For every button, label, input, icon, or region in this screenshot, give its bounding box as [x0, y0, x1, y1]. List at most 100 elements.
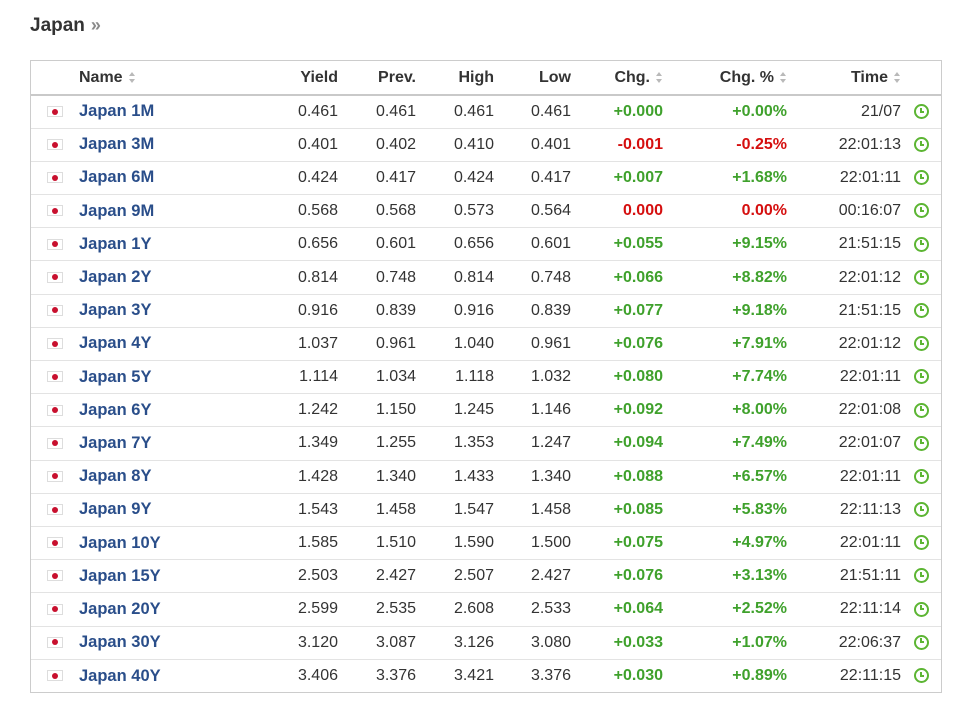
flag-cell	[31, 95, 79, 128]
table-row[interactable]: Japan 15Y 2.503 2.427 2.507 2.427 +0.076 +3.13…	[31, 560, 941, 593]
double-chevron-right-icon[interactable]: »	[91, 15, 101, 36]
sort-arrows-icon[interactable]	[656, 71, 663, 83]
table-row[interactable]: Japan 7Y 1.349 1.255 1.353 1.247 +0.094 +7.49%…	[31, 427, 941, 461]
bond-name-link[interactable]: Japan 3Y	[79, 301, 151, 319]
clock-icon[interactable]	[913, 568, 929, 584]
bond-name-link[interactable]: Japan 15Y	[79, 567, 161, 585]
japan-flag-icon	[47, 271, 63, 283]
clock-icon[interactable]	[913, 468, 929, 484]
clock-icon[interactable]	[913, 269, 929, 285]
clock-icon[interactable]	[913, 170, 929, 186]
table-row[interactable]: Japan 1Y 0.656 0.601 0.656 0.601 +0.055 +9.15%…	[31, 228, 941, 261]
clock-icon[interactable]	[913, 203, 929, 219]
low-cell: 1.458	[530, 500, 571, 518]
chg-pct-column-header[interactable]: Chg. %	[663, 61, 787, 95]
page-title-text[interactable]: Japan	[30, 15, 85, 37]
table-row[interactable]: Japan 10Y 1.585 1.510 1.590 1.500 +0.075 +4.97…	[31, 526, 941, 560]
chg-pct-cell: +8.82%	[732, 268, 787, 286]
table-row[interactable]: Japan 3M 0.401 0.402 0.410 0.401 -0.001 -0.25%…	[31, 128, 941, 162]
high-cell: 1.433	[453, 467, 494, 485]
bond-name-link[interactable]: Japan 9M	[79, 202, 154, 220]
bond-name-link[interactable]: Japan 40Y	[79, 667, 161, 685]
clock-icon[interactable]	[913, 435, 929, 451]
flag-cell	[31, 659, 79, 692]
table-row[interactable]: Japan 30Y 3.120 3.087 3.126 3.080 +0.033 +1.07…	[31, 626, 941, 660]
yield-cell: 1.037	[297, 334, 338, 352]
chg-pct-cell: +8.00%	[732, 401, 787, 419]
table-row[interactable]: Japan 1M 0.461 0.461 0.461 0.461 +0.000 +0.00%…	[31, 95, 941, 129]
name-cell: Japan 4Y	[79, 327, 234, 360]
table-row[interactable]: Japan 20Y 2.599 2.535 2.608 2.533 +0.064 +2.52…	[31, 593, 941, 626]
time-cell: 00:16:07	[838, 202, 901, 220]
table-row[interactable]: Japan 9Y 1.543 1.458 1.547 1.458 +0.085 +5.83%…	[31, 493, 941, 527]
bond-name-link[interactable]: Japan 1M	[79, 102, 154, 120]
flag-cell	[31, 593, 79, 626]
chg-cell: +0.033	[613, 633, 663, 651]
yield-cell: 2.599	[297, 600, 338, 618]
clock-icon[interactable]	[913, 336, 929, 352]
chg-cell: +0.055	[613, 235, 663, 253]
table-row[interactable]: Japan 3Y 0.916 0.839 0.916 0.839 +0.077 +9.18%…	[31, 294, 941, 328]
flag-cell	[31, 161, 79, 194]
page-title[interactable]: Japan »	[30, 15, 101, 37]
bond-name-link[interactable]: Japan 30Y	[79, 633, 161, 651]
bond-name-link[interactable]: Japan 6M	[79, 168, 154, 186]
clock-icon[interactable]	[913, 668, 929, 684]
clock-icon[interactable]	[913, 634, 929, 650]
table-row[interactable]: Japan 2Y 0.814 0.748 0.814 0.748 +0.066 +8.82%…	[31, 261, 941, 295]
table-row[interactable]: Japan 6M 0.424 0.417 0.424 0.417 +0.007 +1.68%…	[31, 161, 941, 195]
clock-icon[interactable]	[913, 137, 929, 153]
sort-arrows-icon[interactable]	[128, 71, 136, 83]
time-cell: 22:11:14	[839, 600, 901, 618]
table-row[interactable]: Japan 4Y 1.037 0.961 1.040 0.961 +0.076 +7.91%…	[31, 327, 941, 361]
bond-name-link[interactable]: Japan 6Y	[79, 401, 151, 419]
bond-name-link[interactable]: Japan 20Y	[79, 600, 161, 618]
clock-cell	[901, 361, 941, 394]
table-body: Japan 1M 0.461 0.461 0.461 0.461 +0.000 +0.00%…	[31, 95, 941, 692]
high-cell: 1.245	[453, 401, 494, 419]
name-cell: Japan 30Y	[79, 626, 234, 659]
prev-header-label: Prev.	[378, 68, 416, 86]
table-row[interactable]: Japan 5Y 1.114 1.034 1.118 1.032 +0.080 +7.74%…	[31, 361, 941, 394]
high-cell: 0.916	[453, 301, 494, 319]
clock-icon[interactable]	[913, 302, 929, 318]
bond-yields-table: Name Yield Prev. High Low Chg. Chg. % Ti…	[30, 60, 942, 694]
bond-name-link[interactable]: Japan 2Y	[79, 268, 151, 286]
table-row[interactable]: Japan 40Y 3.406 3.376 3.421 3.376 +0.030 +0.89…	[31, 659, 941, 692]
bond-name-link[interactable]: Japan 10Y	[79, 534, 161, 552]
high-cell: 1.040	[453, 334, 494, 352]
table-row[interactable]: Japan 6Y 1.242 1.150 1.245 1.146 +0.092 +8.00%…	[31, 394, 941, 427]
bond-name-link[interactable]: Japan 5Y	[79, 368, 151, 386]
bond-name-link[interactable]: Japan 8Y	[79, 467, 151, 485]
clock-icon[interactable]	[913, 236, 929, 252]
clock-icon[interactable]	[913, 104, 929, 120]
clock-cell	[901, 327, 941, 360]
bond-name-link[interactable]: Japan 1Y	[79, 235, 151, 253]
name-column-header[interactable]: Name	[79, 61, 234, 95]
clock-icon[interactable]	[913, 502, 929, 518]
bond-name-link[interactable]: Japan 3M	[79, 135, 154, 153]
bond-name-link[interactable]: Japan 9Y	[79, 500, 151, 518]
yield-cell: 1.428	[297, 467, 338, 485]
yield-cell: 0.916	[297, 301, 338, 319]
low-cell: 2.427	[530, 567, 571, 585]
table-header-row: Name Yield Prev. High Low Chg. Chg. % Ti…	[31, 61, 941, 95]
table-row[interactable]: Japan 8Y 1.428 1.340 1.433 1.340 +0.088 +6.57%…	[31, 460, 941, 494]
name-cell: Japan 5Y	[79, 361, 234, 394]
sort-arrows-icon[interactable]	[894, 71, 901, 83]
clock-cell	[901, 161, 941, 194]
chg-column-header[interactable]: Chg.	[571, 61, 663, 95]
clock-icon[interactable]	[913, 369, 929, 385]
table-row[interactable]: Japan 9M 0.568 0.568 0.573 0.564 0.000 0.00% 00…	[31, 195, 941, 228]
time-column-header[interactable]: Time	[787, 61, 901, 95]
sort-arrows-icon[interactable]	[780, 71, 787, 83]
clock-icon[interactable]	[913, 535, 929, 551]
low-cell: 1.032	[530, 368, 571, 386]
bond-name-link[interactable]: Japan 4Y	[79, 334, 151, 352]
bond-name-link[interactable]: Japan 7Y	[79, 434, 151, 452]
clock-icon[interactable]	[913, 601, 929, 617]
clock-icon[interactable]	[913, 402, 929, 418]
yield-cell: 2.503	[297, 567, 338, 585]
prev-cell: 2.535	[375, 600, 416, 618]
time-cell: 21:51:11	[839, 567, 901, 585]
